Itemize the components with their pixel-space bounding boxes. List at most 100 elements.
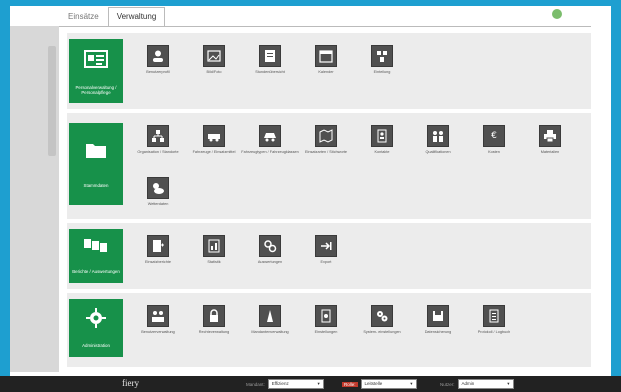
tile-benutzerverwaltung[interactable]: Benutzerverwaltung [129, 305, 187, 334]
map-icon [315, 125, 337, 147]
tile-mandantenverwaltung[interactable]: Mandantenverwaltung [241, 305, 299, 334]
section-label: Berichte / Auswertungen [72, 269, 120, 274]
tile-export[interactable]: Export [297, 235, 355, 264]
tile-benutzerprofil[interactable]: Benutzerprofil [129, 45, 187, 74]
weather-icon [147, 177, 169, 199]
tile-label: Kalender [318, 70, 334, 74]
brand-icon [552, 9, 562, 19]
selector-value: Leitstelle [364, 381, 383, 386]
section-header-personal[interactable]: Personalverwaltung / Personalpflege [69, 39, 123, 103]
tile-einstellungen[interactable]: Einstellungen [297, 305, 355, 334]
section-label: Stammdaten [83, 183, 109, 188]
tile-bild[interactable]: Bild/Foto [185, 45, 243, 74]
tile-label: Auswertungen [257, 260, 283, 264]
vehicle-type-icon [259, 125, 281, 147]
section-label: Personalverwaltung / Personalpflege [75, 85, 117, 95]
sidebar-scroll-handle[interactable] [48, 46, 56, 156]
tile-kontakte[interactable]: Kontakte [353, 125, 411, 154]
euro-icon: € [483, 125, 505, 147]
section-stammdaten: Stammdaten Organisation / Standorte Fahr… [67, 113, 591, 219]
folder-icon [86, 144, 106, 158]
tile-einteilung[interactable]: Einteilung [353, 45, 411, 74]
export-icon [315, 235, 337, 257]
section-personalverwaltung: Personalverwaltung / Personalpflege Benu… [67, 33, 591, 109]
tile-datensicherung[interactable]: Datensicherung [409, 305, 467, 334]
tile-label: Kontakte [374, 150, 390, 154]
section-header-stammdaten[interactable]: Stammdaten [69, 123, 123, 205]
tab-bar: Einsätze Verwaltung [59, 6, 166, 26]
section-berichte: Berichte / Auswertungen Einsatzberichte … [67, 223, 591, 289]
tile-label: Einteilung [373, 70, 391, 74]
chevron-down-icon: ▾ [507, 381, 510, 386]
timesheet-icon [259, 45, 281, 67]
tile-label: Fahrzeugtypen / Fahrzeugklassen [241, 150, 299, 154]
section-administration: Administration Benutzerverwaltung Rechte… [67, 293, 591, 367]
chevron-down-icon: ▾ [410, 381, 413, 386]
tile-organisation[interactable]: Organisation / Standorte [129, 125, 187, 154]
settings-doc-icon [315, 305, 337, 327]
rolle-selector[interactable]: Rolle: Leitstelle ▾ [342, 379, 417, 389]
tile-rechteverwaltung[interactable]: Rechteverwaltung [185, 305, 243, 334]
vehicle-icon [203, 125, 225, 147]
cogs-icon [371, 305, 393, 327]
tile-auswertungen[interactable]: Auswertungen [241, 235, 299, 264]
selector-value: Admin [461, 381, 475, 386]
documents-icon [84, 239, 107, 252]
section-header-berichte[interactable]: Berichte / Auswertungen [69, 229, 123, 283]
status-bar: fiery Mandant: Effizienz ▾ Rolle: Leitste… [0, 376, 621, 392]
selector-value: Effizienz [271, 381, 289, 386]
contact-icon [371, 125, 393, 147]
rolle-dropdown[interactable]: Leitstelle ▾ [360, 379, 417, 389]
report-add-icon [147, 235, 169, 257]
tile-wetterdaten[interactable]: Wetterdaten [129, 177, 187, 206]
tile-label: Einsatzarten / Stichworte [305, 150, 347, 154]
tile-label: System- einstellungen [363, 330, 401, 334]
gear-icon [86, 308, 106, 328]
users-icon [147, 305, 169, 327]
mandant-dropdown[interactable]: Effizienz ▾ [267, 379, 324, 389]
tile-protokoll[interactable]: Protokoll / Logbuch [465, 305, 523, 334]
tile-label: Benutzerprofil [146, 70, 170, 74]
tile-materialien[interactable]: Materialien [521, 125, 579, 154]
tile-label: Benutzerverwaltung [141, 330, 175, 334]
brand: Effizio [552, 9, 587, 19]
footer-logo: fiery [122, 378, 139, 388]
tile-fahrzeuge[interactable]: Fahrzeuge / Einsatzmittel [185, 125, 243, 154]
tile-statistik[interactable]: Statistik [185, 235, 243, 264]
section-label: Administration [82, 343, 110, 348]
tile-label: Einsatzberichte [145, 260, 171, 264]
nutzer-dropdown[interactable]: Admin ▾ [457, 379, 514, 389]
tile-label: Kosten [488, 150, 500, 154]
statistics-icon [203, 235, 225, 257]
tile-kalender[interactable]: Kalender [297, 45, 355, 74]
tile-einsatzberichte[interactable]: Einsatzberichte [129, 235, 187, 264]
tile-label: Organisation / Standorte [137, 150, 179, 154]
tile-label: Export [320, 260, 332, 264]
selector-label: Nutzer: [440, 381, 455, 387]
tile-label: Protokoll / Logbuch [477, 330, 511, 334]
tile-label: Materialien [540, 150, 560, 154]
tile-label: Mandantenverwaltung [251, 330, 289, 334]
tile-qualifikationen[interactable]: Qualifikationen [409, 125, 467, 154]
nutzer-selector[interactable]: Nutzer: Admin ▾ [440, 379, 514, 389]
tile-systemeinstellungen[interactable]: System- einstellungen [353, 305, 411, 334]
chevron-down-icon: ▾ [317, 381, 320, 386]
mandant-selector[interactable]: Mandant: Effizienz ▾ [246, 379, 324, 389]
tab-verwaltung[interactable]: Verwaltung [107, 7, 166, 26]
calendar-icon [315, 45, 337, 67]
tile-stunden[interactable]: Stundenübersicht [241, 45, 299, 74]
main-content: Personalverwaltung / Personalpflege Benu… [59, 26, 591, 375]
backup-icon [427, 305, 449, 327]
assignment-icon [371, 45, 393, 67]
tile-fahrzeugtypen[interactable]: Fahrzeugtypen / Fahrzeugklassen [241, 125, 299, 154]
section-header-administration[interactable]: Administration [69, 299, 123, 357]
picture-icon [203, 45, 225, 67]
left-sidebar [10, 26, 59, 372]
tile-label: Einstellungen [314, 330, 338, 334]
tile-label: Datensicherung [424, 330, 452, 334]
brand-name: Effizio [565, 9, 587, 19]
people-icon [427, 125, 449, 147]
tile-einsatzarten[interactable]: Einsatzarten / Stichworte [297, 125, 355, 154]
tile-kosten[interactable]: € Kosten [465, 125, 523, 154]
tab-einsaetze[interactable]: Einsätze [59, 8, 108, 26]
